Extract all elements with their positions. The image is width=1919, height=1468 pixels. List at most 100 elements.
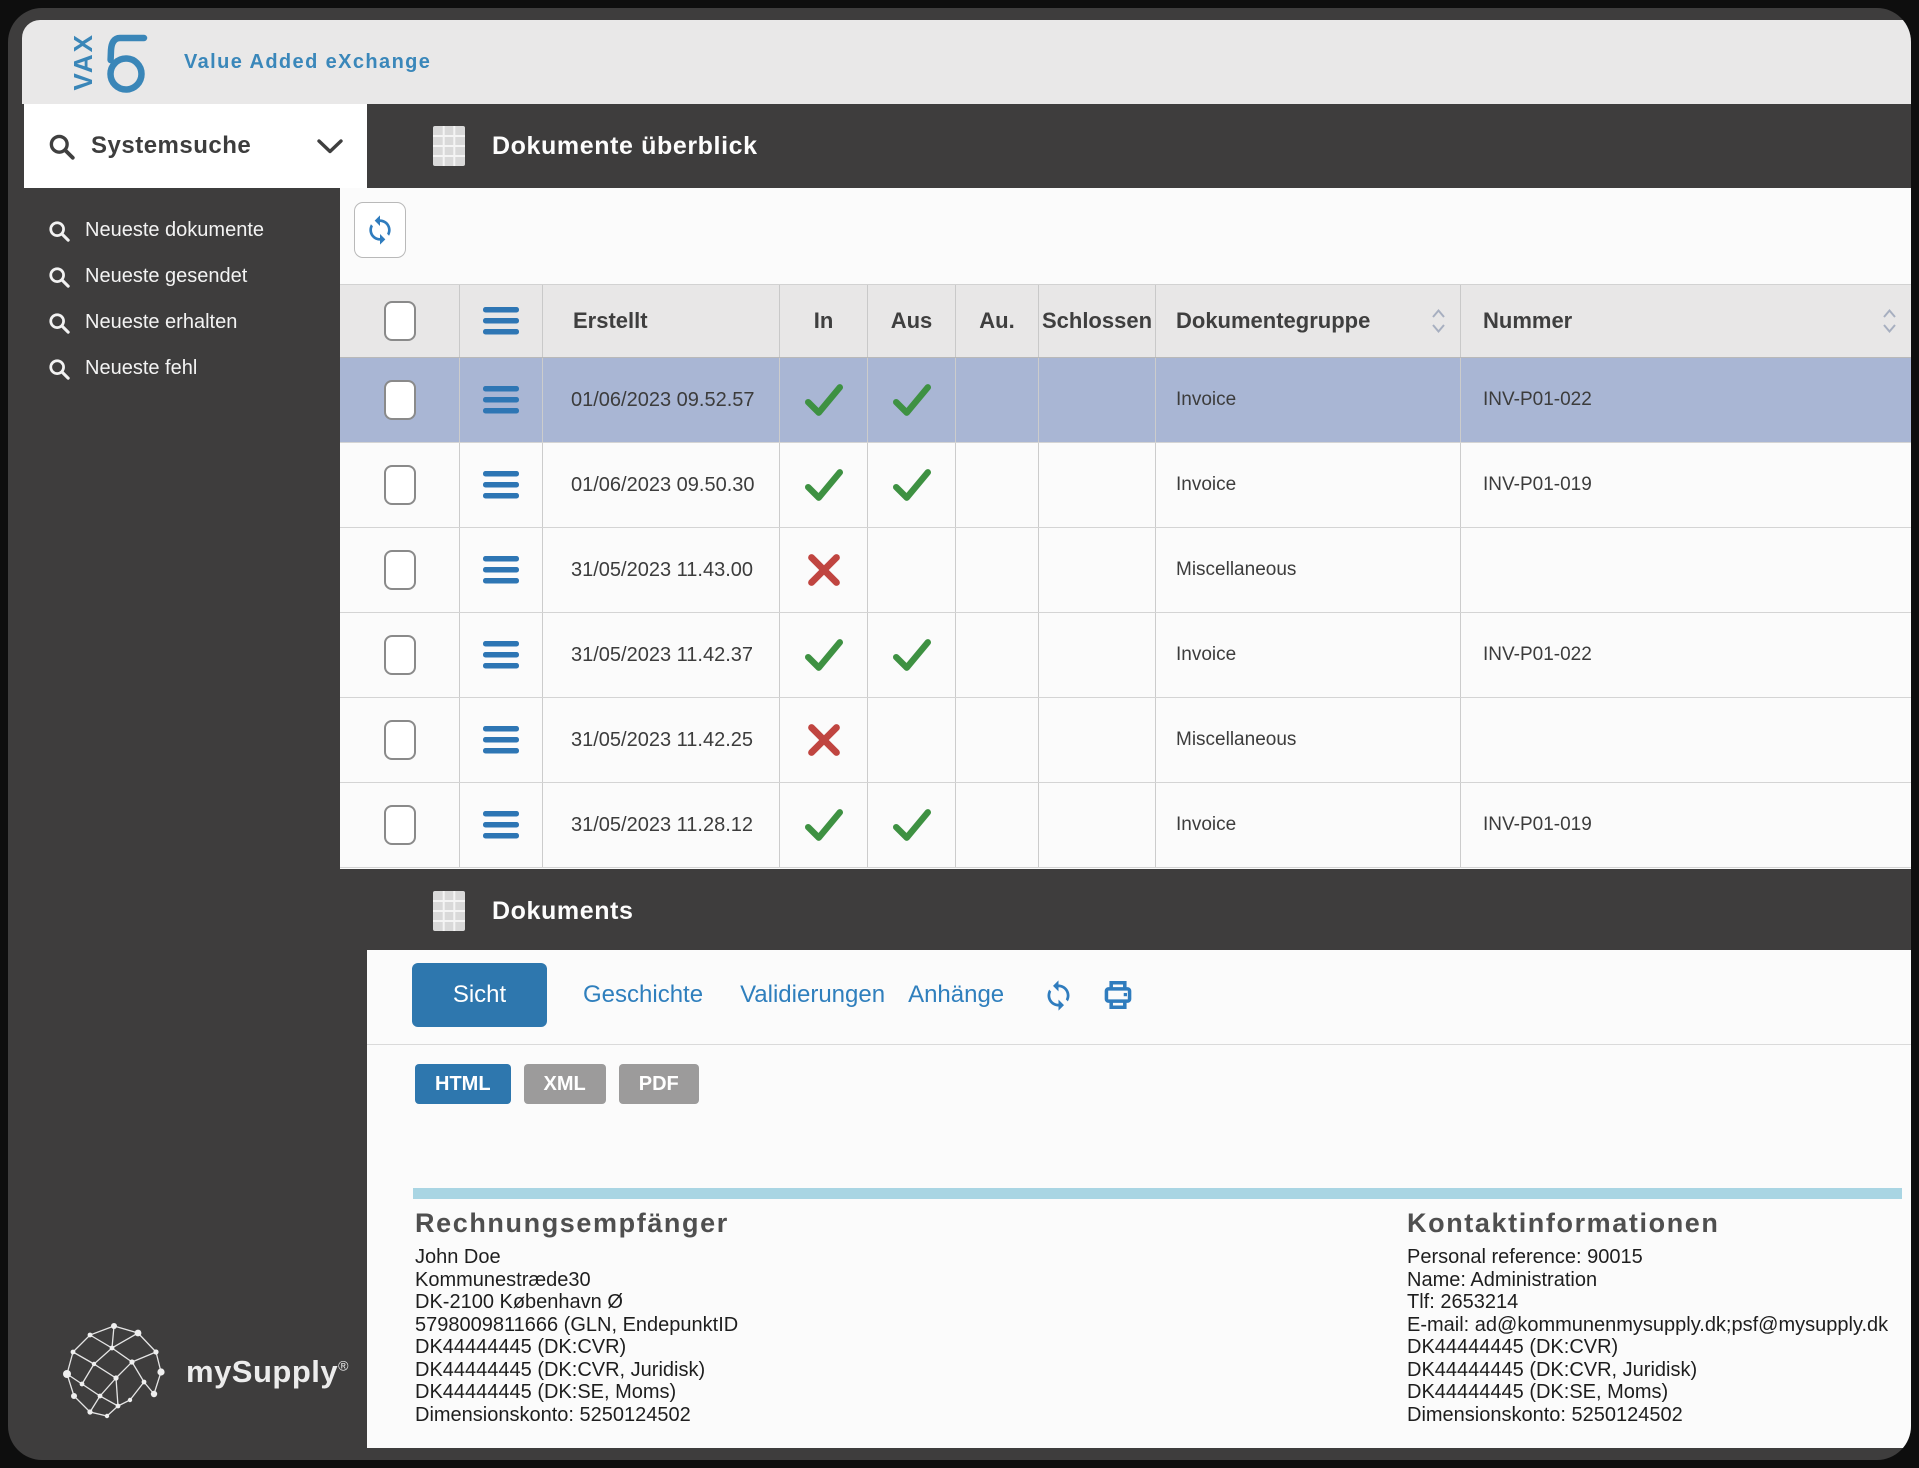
table-row[interactable]: 31/05/2023 11.28.12 Invoice <box>340 783 1911 868</box>
chevron-down-icon <box>317 138 343 155</box>
cross-icon <box>807 723 841 757</box>
refresh-document-button[interactable] <box>1042 979 1075 1012</box>
vax-logo-text: VAX <box>70 33 96 91</box>
check-icon <box>893 384 931 416</box>
tab-anhaenge[interactable]: Anhänge <box>908 981 1004 1009</box>
sidebar-menu-item[interactable]: Neueste gesendet <box>48 260 348 293</box>
tab-sicht[interactable]: Sicht <box>412 963 547 1027</box>
vax-logo: VAX <box>70 29 156 95</box>
sidebar-menu-item[interactable]: Neueste fehl <box>48 352 348 385</box>
row-checkbox[interactable] <box>384 465 416 505</box>
pdf-button[interactable]: PDF <box>619 1064 699 1104</box>
schlossen-cell <box>1039 358 1156 442</box>
invoice-recipient-block: Rechnungsempfänger John DoeKommunestræde… <box>415 1208 738 1426</box>
schlossen-cell <box>1039 528 1156 612</box>
sidebar-menu: Neueste dokumente Neueste gesendet Neues… <box>48 214 348 385</box>
check-icon <box>893 469 931 501</box>
row-checkbox[interactable] <box>384 380 416 420</box>
sort-icon[interactable] <box>1882 308 1897 334</box>
group-value: Invoice <box>1176 814 1236 836</box>
schlossen-cell <box>1039 783 1156 867</box>
au-cell <box>956 698 1039 782</box>
column-header-nummer[interactable]: Nummer <box>1461 285 1911 357</box>
row-checkbox[interactable] <box>384 550 416 590</box>
column-header-erstellt[interactable]: Erstellt <box>543 285 780 357</box>
print-document-button[interactable] <box>1101 978 1135 1012</box>
doc-line: DK44444445 (DK:CVR) <box>1407 1336 1888 1359</box>
system-search-label: Systemsuche <box>91 132 251 160</box>
column-header-schlossen[interactable]: Schlossen <box>1039 285 1156 357</box>
sidebar-menu-item-label: Neueste gesendet <box>85 265 247 288</box>
row-menu-icon[interactable] <box>483 471 519 499</box>
table-body: 01/06/2023 09.52.57 Invoice <box>340 358 1911 868</box>
row-checkbox[interactable] <box>384 805 416 845</box>
check-icon <box>805 809 843 841</box>
xml-button[interactable]: XML <box>524 1064 606 1104</box>
doc-line: Kommunestræde30 <box>415 1269 738 1292</box>
document-top-bar <box>413 1188 1902 1199</box>
grid-icon <box>432 125 466 167</box>
overview-title: Dokumente überblick <box>492 132 758 161</box>
row-menu-icon[interactable] <box>483 726 519 754</box>
sidebar-menu-item-label: Neueste fehl <box>85 357 197 380</box>
schlossen-cell <box>1039 698 1156 782</box>
refresh-icon <box>364 214 396 246</box>
documents-section-header: Dokuments <box>432 869 634 953</box>
doc-line: DK44444445 (DK:CVR, Juridisk) <box>1407 1359 1888 1382</box>
select-all-checkbox[interactable] <box>384 301 416 341</box>
doc-line: Tlf: 2653214 <box>1407 1291 1888 1314</box>
row-checkbox[interactable] <box>384 635 416 675</box>
sidebar-menu-item[interactable]: Neueste dokumente <box>48 214 348 247</box>
column-header-dokumentegruppe[interactable]: Dokumentegruppe <box>1156 285 1461 357</box>
overview-section-header: Dokumente überblick <box>432 104 758 188</box>
column-header-in[interactable]: In <box>780 285 868 357</box>
created-value: 01/06/2023 09.50.30 <box>571 474 755 497</box>
tab-geschichte[interactable]: Geschichte <box>583 981 703 1009</box>
search-icon <box>48 266 70 288</box>
header-menu-icon[interactable] <box>483 307 519 335</box>
viewer-tabs: Sicht Geschichte Validierungen Anhänge <box>412 963 1135 1027</box>
search-icon <box>48 358 70 380</box>
group-value: Invoice <box>1176 644 1236 666</box>
search-icon <box>48 133 75 160</box>
format-buttons: HTML XML PDF <box>415 1064 699 1104</box>
number-value: INV-P01-022 <box>1483 644 1592 666</box>
row-checkbox[interactable] <box>384 720 416 760</box>
table-row[interactable]: 31/05/2023 11.42.37 Invoice <box>340 613 1911 698</box>
refresh-table-button[interactable] <box>354 202 406 258</box>
documents-table: Erstellt In Aus Au. Schlossen Dokumenteg… <box>340 284 1911 868</box>
row-menu-icon[interactable] <box>483 556 519 584</box>
html-button[interactable]: HTML <box>415 1064 511 1104</box>
search-icon <box>48 312 70 334</box>
doc-line: Dimensionskonto: 5250124502 <box>1407 1404 1888 1427</box>
schlossen-cell <box>1039 613 1156 697</box>
doc-line: Dimensionskonto: 5250124502 <box>415 1404 738 1427</box>
column-header-au[interactable]: Au. <box>956 285 1039 357</box>
invoice-recipient-title: Rechnungsempfänger <box>415 1208 738 1239</box>
contact-info-block: Kontaktinformationen Personal reference:… <box>1407 1208 1888 1426</box>
column-header-aus[interactable]: Aus <box>868 285 956 357</box>
doc-line: 5798009811666 (GLN, EndepunktID <box>415 1314 738 1337</box>
tab-validierungen[interactable]: Validierungen <box>740 981 885 1009</box>
sort-icon[interactable] <box>1431 308 1446 334</box>
invoice-recipient-lines: John DoeKommunestræde30DK-2100 København… <box>415 1246 738 1426</box>
sidebar-menu-item[interactable]: Neueste erhalten <box>48 306 348 339</box>
screen: VAX Value Added eXchange Systemsuche Neu… <box>0 0 1919 1468</box>
table-row[interactable]: 31/05/2023 11.42.25 Miscella <box>340 698 1911 783</box>
au-cell <box>956 443 1039 527</box>
system-search-selector[interactable]: Systemsuche <box>24 104 367 188</box>
cross-icon <box>807 553 841 587</box>
row-menu-icon[interactable] <box>483 811 519 839</box>
refresh-icon <box>1042 979 1075 1012</box>
row-menu-icon[interactable] <box>483 641 519 669</box>
table-row[interactable]: 31/05/2023 11.43.00 Miscella <box>340 528 1911 613</box>
search-icon <box>48 220 70 242</box>
check-icon <box>893 809 931 841</box>
row-menu-icon[interactable] <box>483 386 519 414</box>
check-icon <box>893 639 931 671</box>
sidebar-menu-item-label: Neueste erhalten <box>85 311 237 334</box>
table-row[interactable]: 01/06/2023 09.50.30 Invoice <box>340 443 1911 528</box>
table-row[interactable]: 01/06/2023 09.52.57 Invoice <box>340 358 1911 443</box>
created-value: 31/05/2023 11.42.25 <box>571 729 753 752</box>
print-icon <box>1101 978 1135 1012</box>
